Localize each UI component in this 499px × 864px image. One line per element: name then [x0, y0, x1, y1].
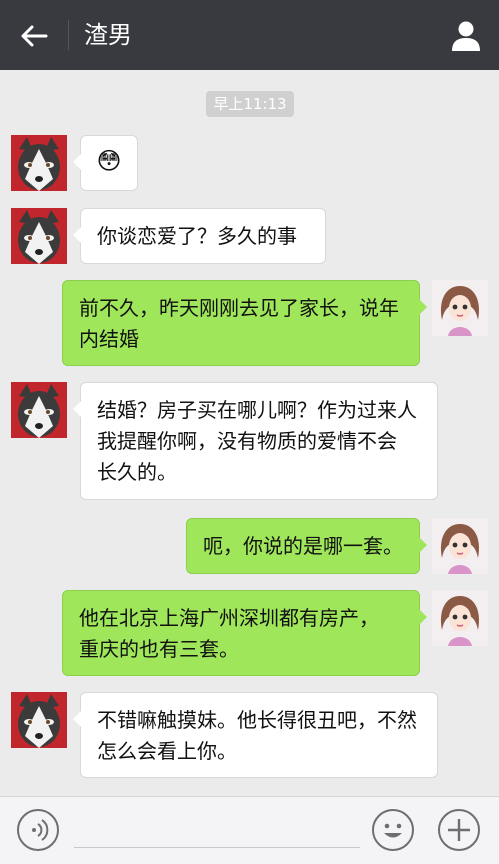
voice-button[interactable]	[17, 809, 59, 851]
message-text-line: 我提醒你啊，没有物质的爱情不会	[97, 429, 397, 453]
plus-icon	[448, 819, 470, 841]
husky-avatar-icon	[11, 692, 67, 748]
self-avatar[interactable]	[432, 518, 488, 574]
message-text-line: 重庆的也有三套。	[79, 637, 239, 661]
input-bar	[0, 796, 499, 864]
message-text-line: 内结婚	[79, 327, 139, 351]
contact-avatar[interactable]	[11, 208, 67, 264]
message-bubble-self[interactable]: 他在北京上海广州深圳都有房产， 重庆的也有三套。	[62, 590, 427, 676]
smiley-icon	[384, 823, 402, 838]
message-text-line: 不错嘛触摸妹。他长得很丑吧，不然	[97, 708, 417, 732]
self-avatar[interactable]	[432, 280, 488, 336]
message-input[interactable]	[74, 847, 360, 848]
person-icon	[452, 21, 480, 51]
profile-button[interactable]	[446, 18, 486, 54]
emoji-button[interactable]	[372, 809, 414, 851]
message-text-line: 长久的。	[97, 460, 177, 484]
girl-avatar-icon	[432, 518, 488, 574]
flushed-emoji: 😳	[96, 147, 122, 175]
husky-avatar-icon	[11, 135, 67, 191]
header-divider	[68, 20, 69, 50]
message-bubble[interactable]: 你谈恋爱了？多久的事	[73, 208, 326, 264]
husky-avatar-icon	[11, 382, 67, 438]
message-text: 呃，你说的是哪一套。	[203, 534, 403, 558]
voice-icon	[32, 819, 49, 841]
timestamp: 早上11:13	[206, 91, 294, 117]
message-text-line: 结婚？房子买在哪儿啊？作为过来人	[97, 398, 417, 422]
message-bubble[interactable]: 结婚？房子买在哪儿啊？作为过来人 我提醒你啊，没有物质的爱情不会 长久的。	[73, 382, 438, 500]
message-text: 你谈恋爱了？多久的事	[97, 224, 297, 248]
contact-avatar[interactable]	[11, 382, 67, 438]
message-bubble-self[interactable]: 前不久，昨天刚刚去见了家长，说年 内结婚	[62, 280, 427, 366]
message-bubble-self[interactable]: 呃，你说的是哪一套。	[186, 518, 427, 574]
message-bubble-emoji[interactable]: 😳	[73, 135, 138, 191]
plus-button[interactable]	[438, 809, 480, 851]
message-text-line: 他在北京上海广州深圳都有房产，	[79, 606, 379, 630]
girl-avatar-icon	[432, 280, 488, 336]
message-text-line: 怎么会看上你。	[97, 739, 237, 763]
back-button[interactable]	[16, 18, 56, 54]
chat-title: 渣男	[84, 21, 132, 49]
top-bar: 渣男	[0, 0, 499, 70]
contact-avatar[interactable]	[11, 135, 67, 191]
contact-avatar[interactable]	[11, 692, 67, 748]
self-avatar[interactable]	[432, 590, 488, 646]
husky-avatar-icon	[11, 208, 67, 264]
arrow-left-icon	[21, 25, 48, 47]
girl-avatar-icon	[432, 590, 488, 646]
message-text-line: 前不久，昨天刚刚去见了家长，说年	[79, 296, 399, 320]
message-bubble[interactable]: 不错嘛触摸妹。他长得很丑吧，不然 怎么会看上你。	[73, 692, 438, 778]
